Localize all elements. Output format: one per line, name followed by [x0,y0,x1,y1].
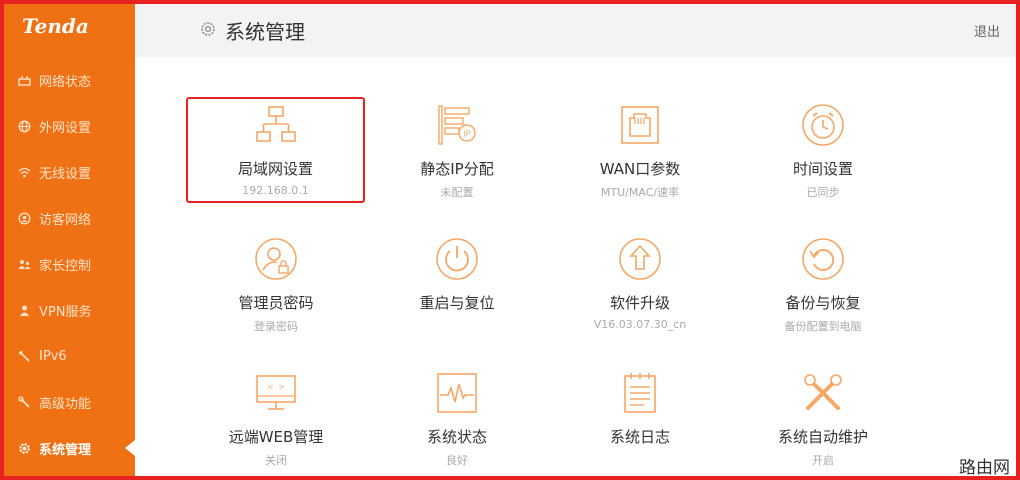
log-icon [550,370,730,416]
tile-subtitle: 关闭 [265,454,287,467]
tile-name: 备份与恢复 [785,294,861,312]
maintenance-icon [733,370,913,416]
tile-auto-maintenance[interactable]: 系统自动维护 开启 [733,367,913,477]
tile-name: 系统状态 [426,428,487,446]
page-title: 系统管理 [225,20,305,44]
watermark: 路由网 [957,453,1012,478]
page-title-group: 系统管理 [199,16,305,45]
network-status-icon [18,74,31,87]
sidebar-nav: 网络状态 外网设置 无线设置 访客网络 家长控制 VPN服务 IPv6 高级功能… [0,57,135,471]
system-status-icon [367,370,547,416]
sidebar-item-ipv6[interactable]: IPv6 [0,333,135,379]
upgrade-icon [550,236,730,282]
tile-name: 系统日志 [609,428,670,446]
sidebar: Tenda 网络状态 外网设置 无线设置 访客网络 家长控制 VPN服务 IPv… [0,0,135,480]
tile-subtitle: 登录密码 [254,320,298,333]
tile-static-ip[interactable]: IP 静态IP分配 未配置 [367,99,547,209]
tile-subtitle: 良好 [446,454,468,467]
lan-icon [188,102,363,148]
tile-name: 系统自动维护 [777,428,868,446]
tile-wan-port[interactable]: WAN口参数 MTU/MAC/速率 [550,99,730,209]
tile-admin-password[interactable]: 管理员密码 登录密码 [186,233,366,343]
sidebar-item-network-status[interactable]: 网络状态 [0,57,135,103]
parental-icon [18,258,31,271]
tile-system-status[interactable]: 系统状态 良好 [367,367,547,477]
sidebar-item-wireless[interactable]: 无线设置 [0,149,135,195]
admin-password-icon [186,236,366,282]
svg-text:< >: < > [268,383,284,393]
power-icon [367,236,547,282]
tile-name: 远端WEB管理 [228,428,324,446]
sidebar-item-label: 网络状态 [39,74,92,90]
tile-name: 管理员密码 [238,294,314,312]
tile-lan-settings[interactable]: 局域网设置 192.168.0.1 [186,97,365,203]
page-header: 系统管理 退出 [135,0,1020,57]
tile-system-log[interactable]: 系统日志 [550,367,730,477]
tile-subtitle: 备份配置到电脑 [784,320,862,333]
sidebar-item-label: 访客网络 [39,212,92,228]
tile-time-settings[interactable]: 时间设置 已同步 [733,99,913,209]
static-ip-icon: IP [367,102,547,148]
tile-backup-restore[interactable]: 备份与恢复 备份配置到电脑 [733,233,913,343]
wrench-icon [18,395,31,409]
remote-web-icon: < > [186,370,366,416]
logout-link[interactable]: 退出 [974,21,1000,40]
sidebar-item-label: 高级功能 [39,396,92,412]
tile-subtitle: 已同步 [806,186,840,199]
sidebar-item-label: 家长控制 [39,258,92,274]
sidebar-item-vpn[interactable]: VPN服务 [0,287,135,333]
gear-icon [18,442,31,455]
tile-name: 软件升级 [609,294,670,312]
sidebar-item-parental[interactable]: 家长控制 [0,241,135,287]
tile-reboot-reset[interactable]: 重启与复位 [367,233,547,343]
tile-subtitle: MTU/MAC/速率 [600,186,680,199]
tile-name: WAN口参数 [599,160,681,178]
sidebar-item-wan-settings[interactable]: 外网设置 [0,103,135,149]
svg-text:IP: IP [463,130,471,139]
sidebar-item-guest[interactable]: 访客网络 [0,195,135,241]
tile-name: 时间设置 [792,160,853,178]
tile-name: 重启与复位 [419,294,495,312]
tile-name: 局域网设置 [237,160,313,178]
clock-icon [733,102,913,148]
tile-software-upgrade[interactable]: 软件升级 V16.03.07.30_cn [550,233,730,343]
tile-name: 静态IP分配 [420,160,494,178]
sidebar-item-label: 系统管理 [39,442,92,458]
sidebar-item-label: IPv6 [39,348,67,364]
settings-gear-icon [199,20,217,42]
tile-subtitle: 开启 [812,454,834,467]
vpn-icon [18,304,31,317]
globe-icon [18,120,31,133]
tile-subtitle: 192.168.0.1 [242,184,309,197]
sidebar-item-advanced[interactable]: 高级功能 [0,379,135,425]
ipv6-icon [18,350,31,363]
guest-icon [18,212,31,225]
sidebar-item-system[interactable]: 系统管理 [0,425,135,471]
wifi-icon [18,166,31,179]
backup-icon [733,236,913,282]
sidebar-item-label: 外网设置 [39,120,92,136]
tile-subtitle: V16.03.07.30_cn [593,318,687,331]
wan-port-icon [550,102,730,148]
sidebar-item-label: VPN服务 [39,304,92,320]
tenda-logo: Tenda [22,14,89,38]
sidebar-item-label: 无线设置 [39,166,92,182]
tile-remote-web[interactable]: < > 远端WEB管理 关闭 [186,367,366,477]
tile-subtitle: 未配置 [440,186,474,199]
